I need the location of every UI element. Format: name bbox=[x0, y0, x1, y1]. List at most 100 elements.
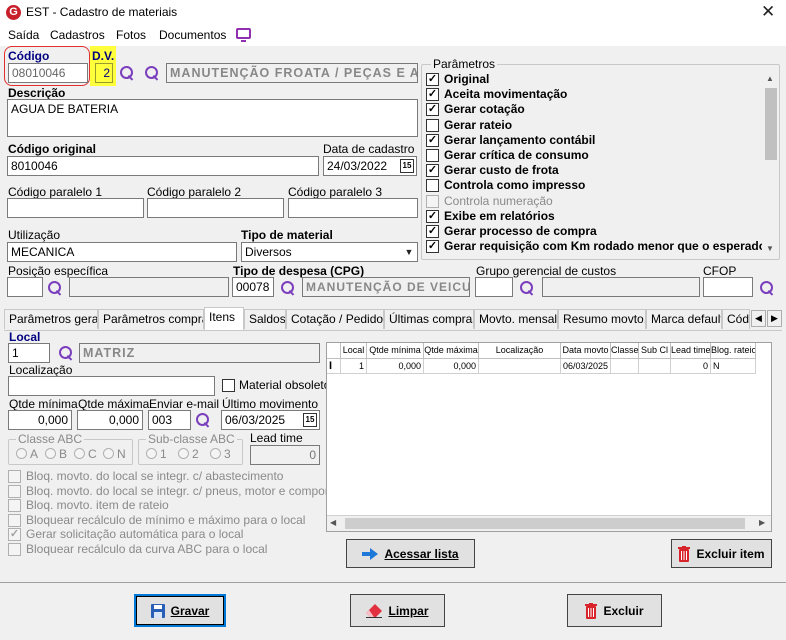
tab-9[interactable]: Códi bbox=[722, 309, 750, 329]
search-cfop-icon[interactable] bbox=[760, 281, 774, 295]
menu-saida[interactable]: Saída bbox=[8, 28, 39, 42]
tab-scroll-left-icon[interactable]: ◀ bbox=[751, 310, 766, 327]
grid-cell[interactable]: 06/03/2025 bbox=[561, 359, 611, 374]
paralelo3-field[interactable] bbox=[288, 198, 418, 218]
param-item[interactable]: ✓ Gerar lançamento contábil bbox=[426, 133, 762, 148]
material-obsoleto-checkbox[interactable] bbox=[222, 379, 235, 392]
acessar-lista-button[interactable]: Acessar lista bbox=[346, 539, 475, 568]
grid-column-header[interactable]: Lead time bbox=[671, 343, 711, 359]
tab-0[interactable]: Parâmetros gerais bbox=[4, 309, 98, 329]
tab-3[interactable]: Saldos bbox=[244, 309, 286, 329]
cfop-field[interactable] bbox=[703, 277, 753, 297]
param-item[interactable]: ✓ Gerar custo de frota bbox=[426, 163, 762, 178]
menu-cadastros[interactable]: Cadastros bbox=[50, 28, 105, 42]
search-despesa-icon[interactable] bbox=[281, 281, 295, 295]
grid-cell[interactable]: 0,000 bbox=[367, 359, 424, 374]
hscroll-thumb[interactable] bbox=[345, 518, 745, 529]
calendar-icon[interactable]: 15 bbox=[303, 413, 317, 427]
grid-column-header[interactable]: Localização bbox=[479, 343, 561, 359]
enviar-email-field[interactable]: 003 bbox=[148, 410, 191, 430]
grid-column-header[interactable]: Sub Cl bbox=[639, 343, 671, 359]
grid-cell[interactable] bbox=[639, 359, 671, 374]
limpar-button[interactable]: Limpar bbox=[350, 594, 445, 627]
search-local-icon[interactable] bbox=[59, 346, 73, 360]
calendar-icon[interactable]: 15 bbox=[400, 159, 414, 173]
grid-column-header[interactable]: Qtde mínima bbox=[367, 343, 424, 359]
grid-column-header[interactable]: Qtde máxima bbox=[424, 343, 479, 359]
local-code-field[interactable]: 1 bbox=[8, 343, 50, 363]
menu-fotos[interactable]: Fotos bbox=[116, 28, 146, 42]
scroll-up-icon[interactable]: ▲ bbox=[766, 74, 774, 83]
tab-2[interactable]: Itens bbox=[204, 307, 244, 330]
parametros-scrollbar[interactable]: ▲ ▼ bbox=[763, 72, 779, 258]
param-checkbox[interactable] bbox=[426, 179, 439, 193]
param-checkbox[interactable]: ✓ bbox=[426, 240, 439, 254]
qtde-minima-field[interactable]: 0,000 bbox=[8, 410, 72, 430]
gravar-button[interactable]: Gravar bbox=[134, 594, 226, 627]
search-grupo-icon[interactable] bbox=[145, 66, 159, 80]
posicao-code-field[interactable] bbox=[7, 277, 43, 297]
grid-cell[interactable] bbox=[611, 359, 639, 374]
grupo-gerencial-code-field[interactable] bbox=[475, 277, 513, 297]
param-item[interactable]: ✓ Exibe em relatórios bbox=[426, 209, 762, 224]
tab-8[interactable]: Marca default bbox=[646, 309, 722, 329]
tab-6[interactable]: Movto. mensal bbox=[474, 309, 558, 329]
grid-cell[interactable]: 0 bbox=[671, 359, 711, 374]
excluir-item-button[interactable]: Excluir item bbox=[671, 539, 772, 568]
tab-5[interactable]: Últimas compras bbox=[384, 309, 474, 329]
grid-cell[interactable]: 0,000 bbox=[424, 359, 479, 374]
grid-cell[interactable]: N bbox=[711, 359, 756, 374]
localizacao-field[interactable] bbox=[8, 376, 215, 396]
param-item[interactable]: ✓ Aceita movimentação bbox=[426, 87, 762, 102]
search-email-icon[interactable] bbox=[196, 413, 210, 427]
param-checkbox[interactable]: ✓ bbox=[426, 225, 439, 238]
grid-hscrollbar[interactable]: ◀ ▶ bbox=[327, 515, 771, 531]
scroll-left-icon[interactable]: ◀ bbox=[330, 518, 336, 527]
tab-1[interactable]: Parâmetros compras bbox=[98, 309, 204, 329]
tab-7[interactable]: Resumo movto. bbox=[558, 309, 646, 329]
paralelo1-field[interactable] bbox=[7, 198, 144, 218]
close-icon[interactable]: ✕ bbox=[761, 2, 775, 22]
scroll-down-icon[interactable]: ▼ bbox=[766, 244, 774, 253]
param-checkbox[interactable]: ✓ bbox=[426, 88, 439, 102]
param-checkbox[interactable]: ✓ bbox=[426, 164, 439, 178]
chevron-down-icon[interactable]: ▼ bbox=[402, 243, 416, 261]
param-checkbox[interactable] bbox=[426, 149, 439, 162]
monitor-icon[interactable] bbox=[236, 28, 251, 42]
grid-column-header[interactable]: Data movto bbox=[561, 343, 611, 359]
param-item[interactable]: Controla como impresso bbox=[426, 178, 762, 193]
codigo-field[interactable]: 08010046 bbox=[8, 63, 88, 83]
tipo-material-select[interactable]: Diversos bbox=[241, 242, 418, 262]
tipo-despesa-code-field[interactable]: 00078 bbox=[232, 277, 274, 297]
excluir-button[interactable]: Excluir bbox=[567, 594, 662, 627]
grid-cell[interactable] bbox=[479, 359, 561, 374]
param-item[interactable]: Controla numeração bbox=[426, 194, 762, 209]
grid-column-header[interactable]: Local bbox=[341, 343, 367, 359]
grid-column-header[interactable]: Classe bbox=[611, 343, 639, 359]
utilizacao-field[interactable]: MECANICA bbox=[7, 242, 237, 262]
search-codigo-icon[interactable] bbox=[120, 66, 134, 80]
locals-grid[interactable]: Local Qtde mínima Qtde máxima Localização Da… bbox=[326, 342, 772, 532]
param-item[interactable]: ✓ Gerar requisição com Km rodado menor qu… bbox=[426, 239, 762, 254]
param-item[interactable]: ✓ Gerar processo de compra bbox=[426, 224, 762, 239]
param-checkbox[interactable]: ✓ bbox=[426, 103, 439, 117]
descricao-field[interactable]: AGUA DE BATERIA bbox=[7, 99, 418, 137]
menu-documentos[interactable]: Documentos bbox=[159, 28, 226, 42]
qtde-maxima-field[interactable]: 0,000 bbox=[77, 410, 143, 430]
search-grupo-gerencial-icon[interactable] bbox=[520, 281, 534, 295]
search-posicao-icon[interactable] bbox=[48, 281, 62, 295]
param-checkbox[interactable] bbox=[426, 194, 439, 208]
param-checkbox[interactable] bbox=[426, 118, 439, 132]
tab-scroll-right-icon[interactable]: ▶ bbox=[767, 310, 782, 327]
param-item[interactable]: Gerar crítica de consumo bbox=[426, 148, 762, 163]
param-checkbox[interactable]: ✓ bbox=[426, 209, 439, 223]
param-checkbox[interactable]: ✓ bbox=[426, 73, 439, 86]
param-checkbox[interactable]: ✓ bbox=[426, 133, 439, 147]
grid-column-header[interactable]: Blog. rateio bbox=[711, 343, 756, 359]
grid-cell[interactable]: 1 bbox=[341, 359, 367, 374]
param-item[interactable]: ✓ Gerar cotação bbox=[426, 102, 762, 117]
scroll-thumb[interactable] bbox=[765, 88, 777, 160]
codigo-original-field[interactable]: 8010046 bbox=[7, 156, 319, 176]
tab-4[interactable]: Cotação / Pedido bbox=[286, 309, 384, 329]
scroll-right-icon[interactable]: ▶ bbox=[759, 518, 765, 527]
